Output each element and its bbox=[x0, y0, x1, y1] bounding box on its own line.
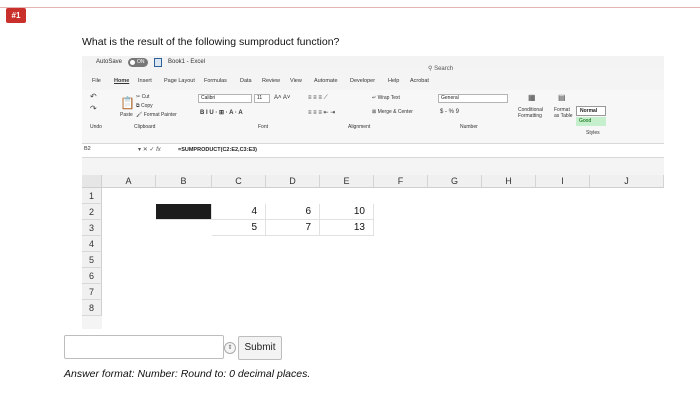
style-normal[interactable]: Normal bbox=[576, 106, 606, 116]
search-box[interactable]: ⚲ Search bbox=[428, 65, 453, 72]
column-header-j[interactable]: J bbox=[590, 175, 664, 188]
undo-icon[interactable]: ↶ bbox=[90, 92, 97, 101]
conditional-formatting-label[interactable]: Conditional Formatting bbox=[518, 107, 552, 119]
submit-button[interactable]: Submit bbox=[238, 336, 282, 360]
column-header-d[interactable]: D bbox=[266, 175, 320, 188]
cell-c2[interactable]: 4 bbox=[212, 204, 266, 220]
name-box[interactable]: B2 bbox=[84, 146, 114, 155]
cut-button[interactable]: ✂ Cut bbox=[136, 94, 149, 100]
autosave-toggle[interactable]: ON bbox=[128, 58, 148, 67]
cut-label: Cut bbox=[141, 94, 150, 100]
styles-group-label: Styles bbox=[586, 130, 600, 136]
copy-button[interactable]: ⧉ Copy bbox=[136, 103, 153, 109]
cell-b2-selected[interactable] bbox=[156, 204, 212, 220]
cell-d2[interactable]: 6 bbox=[266, 204, 320, 220]
excel-screenshot: AutoSave ON Book1 - Excel ⚲ Search File … bbox=[82, 56, 664, 329]
redo-icon[interactable]: ↷ bbox=[90, 104, 97, 113]
wrap-text-label: Wrap Text bbox=[377, 95, 400, 101]
formula-input[interactable]: =SUMPRODUCT(C2:E2,C3:E3) bbox=[178, 147, 257, 153]
undo-label: Undo bbox=[90, 124, 102, 130]
toggle-knob-icon bbox=[130, 60, 135, 65]
cell-c3[interactable]: 5 bbox=[212, 220, 266, 236]
format-as-table-icon[interactable]: ▤ bbox=[558, 93, 566, 102]
wrap-text-button[interactable]: ↵ Wrap Text bbox=[372, 95, 400, 101]
font-name-select[interactable]: Calibri bbox=[198, 94, 252, 103]
merge-center-label: Merge & Center bbox=[377, 109, 413, 115]
row-header-7[interactable]: 7 bbox=[82, 284, 102, 300]
question-number-badge: #1 bbox=[6, 8, 26, 23]
tab-insert[interactable]: Insert bbox=[138, 78, 152, 84]
tab-home[interactable]: Home bbox=[114, 78, 129, 84]
merge-center-button[interactable]: ⊠ Merge & Center bbox=[372, 109, 413, 115]
formula-bar-icons: ▾ ✕ ✓ fx bbox=[138, 146, 161, 153]
tab-help[interactable]: Help bbox=[388, 78, 399, 84]
row-header-2[interactable]: 2 bbox=[82, 204, 102, 220]
column-header-i[interactable]: I bbox=[536, 175, 590, 188]
autosave-label: AutoSave bbox=[96, 59, 123, 65]
tab-data[interactable]: Data bbox=[240, 78, 252, 84]
tab-page-layout[interactable]: Page Layout bbox=[164, 78, 195, 84]
paste-label: Paste bbox=[120, 112, 133, 118]
style-good[interactable]: Good bbox=[576, 117, 606, 126]
row-header-5[interactable]: 5 bbox=[82, 252, 102, 268]
brush-icon: 🖌 bbox=[136, 112, 144, 118]
autosave-state: ON bbox=[137, 59, 145, 65]
clipboard-group-label: Clipboard bbox=[134, 124, 156, 130]
answer-format-hint: Answer format: Number: Round to: 0 decim… bbox=[64, 368, 311, 380]
font-group-label: Font bbox=[258, 124, 269, 130]
row-header-1[interactable]: 1 bbox=[82, 188, 102, 204]
top-divider bbox=[0, 7, 700, 8]
select-all-corner[interactable] bbox=[82, 175, 102, 188]
column-header-c[interactable]: C bbox=[212, 175, 266, 188]
tab-acrobat[interactable]: Acrobat bbox=[410, 78, 429, 84]
number-format-select[interactable]: General bbox=[438, 94, 508, 103]
tab-formulas[interactable]: Formulas bbox=[204, 78, 227, 84]
tab-review[interactable]: Review bbox=[262, 78, 280, 84]
tab-view[interactable]: View bbox=[290, 78, 302, 84]
column-header-h[interactable]: H bbox=[482, 175, 536, 188]
number-format-icons[interactable]: $ - % 9 bbox=[440, 109, 459, 115]
row-header-4[interactable]: 4 bbox=[82, 236, 102, 252]
align-top-icons[interactable]: ≡ ≡ ≡ ⟋ bbox=[308, 95, 328, 102]
row-header-6[interactable]: 6 bbox=[82, 268, 102, 284]
answer-input[interactable] bbox=[64, 335, 224, 359]
number-group-label: Number bbox=[460, 124, 478, 130]
conditional-formatting-icon[interactable]: ▦ bbox=[528, 93, 536, 102]
copy-label: Copy bbox=[140, 103, 153, 109]
alignment-group-label: Alignment bbox=[348, 124, 371, 130]
row-header-8[interactable]: 8 bbox=[82, 300, 102, 316]
save-icon[interactable] bbox=[154, 58, 162, 67]
align-bottom-icons[interactable]: ≡ ≡ ≡ ⇤ ⇥ bbox=[308, 109, 335, 116]
font-grow-shrink-icon[interactable]: A˄ A˅ bbox=[274, 95, 290, 101]
tab-developer[interactable]: Developer bbox=[350, 78, 375, 84]
title-bar: AutoSave ON Book1 - Excel ⚲ Search bbox=[82, 56, 664, 72]
format-painter-label: Format Painter bbox=[143, 112, 177, 118]
formula-bar: B2 ▾ ✕ ✓ fx =SUMPRODUCT(C2:E2,C3:E3) bbox=[82, 144, 664, 158]
paste-icon[interactable]: 📋 bbox=[120, 96, 135, 110]
window-title: Book1 - Excel bbox=[168, 59, 206, 65]
column-header-a[interactable]: A bbox=[102, 175, 156, 188]
font-size-select[interactable]: 11 bbox=[254, 94, 270, 103]
ribbon: ↶ ↷ Undo 📋 Paste ✂ Cut ⧉ Copy 🖌 Format P… bbox=[82, 90, 664, 144]
format-as-table-label[interactable]: Format as Table bbox=[554, 107, 576, 119]
column-header-e[interactable]: E bbox=[320, 175, 374, 188]
tab-automate[interactable]: Automate bbox=[314, 78, 338, 84]
question-text: What is the result of the following sump… bbox=[82, 36, 340, 48]
search-label: Search bbox=[434, 66, 454, 72]
ribbon-tabs: File Home Insert Page Layout Formulas Da… bbox=[82, 78, 664, 88]
cell-d3[interactable]: 7 bbox=[266, 220, 320, 236]
cell-e3[interactable]: 13 bbox=[320, 220, 374, 236]
up-down-icon[interactable]: ⇕ bbox=[224, 342, 236, 354]
format-painter-button[interactable]: 🖌 Format Painter bbox=[136, 112, 177, 118]
tab-file[interactable]: File bbox=[92, 78, 101, 84]
cell-e2[interactable]: 10 bbox=[320, 204, 374, 220]
row-header-3[interactable]: 3 bbox=[82, 220, 102, 236]
column-header-b[interactable]: B bbox=[156, 175, 212, 188]
fx-icon[interactable]: fx bbox=[156, 147, 161, 153]
column-header-g[interactable]: G bbox=[428, 175, 482, 188]
font-format-icons[interactable]: B I U · ⊞ · A · A bbox=[200, 109, 243, 116]
column-header-f[interactable]: F bbox=[374, 175, 428, 188]
